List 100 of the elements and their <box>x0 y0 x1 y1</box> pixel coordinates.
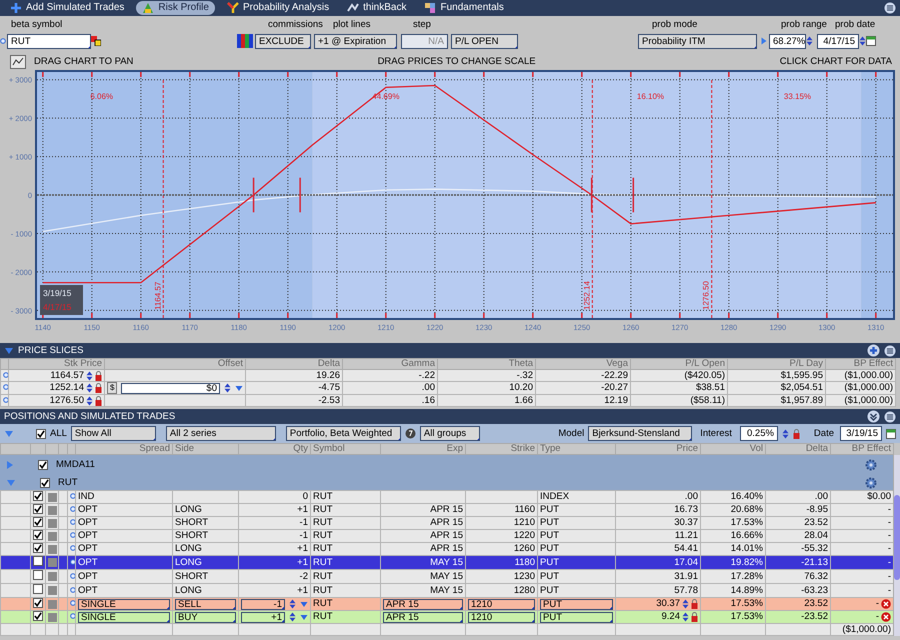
tab[interactable]: Risk Profile <box>136 1 215 15</box>
checkbox[interactable] <box>33 612 43 621</box>
calendar-icon[interactable] <box>866 36 876 46</box>
table-row[interactable]: SINGLE SELL -1 RUT APR 15 1210 PUT 30.37 17.53% 23.52 - <box>0 598 894 610</box>
interest-field[interactable]: 0.25% <box>740 426 778 441</box>
unit-button[interactable]: $ <box>107 382 118 394</box>
spinner-icon[interactable] <box>86 383 93 393</box>
dropdown-field[interactable]: EXCLUDE <box>255 34 311 48</box>
checkbox[interactable] <box>36 428 46 438</box>
tab[interactable]: Add Simulated Trades <box>4 1 130 15</box>
table-cell: APR 15 <box>380 542 466 556</box>
checkbox[interactable] <box>33 492 43 501</box>
add-icon[interactable] <box>867 344 880 357</box>
dropdown-field[interactable]: Bjerksund-Stensland <box>588 426 692 441</box>
table-row[interactable]: OPT LONG +1 RUT APR 15 1260 PUT 54.41 14.01% -55.32 - <box>0 542 894 556</box>
calendar-icon[interactable] <box>886 428 896 438</box>
dropdown-field[interactable]: SELL <box>175 598 236 610</box>
table-row[interactable]: OPT SHORT -2 RUT MAY 15 1230 PUT 31.91 17.28% 76.32 - <box>0 570 894 584</box>
price-slice-line[interactable] <box>592 80 593 318</box>
gear-icon[interactable] <box>865 459 877 471</box>
checkbox[interactable] <box>33 598 43 608</box>
table-cell: 1280 <box>466 584 538 598</box>
dropdown-field[interactable]: APR 15 <box>383 598 463 610</box>
hint-text: CLICK CHART FOR DATA <box>780 56 892 68</box>
spinner-icon[interactable] <box>859 36 866 46</box>
offset-field[interactable]: $0 <box>121 382 220 394</box>
dropdown-field[interactable]: SINGLE <box>78 598 170 610</box>
collapse-icon[interactable] <box>867 410 880 423</box>
dropdown-field[interactable]: SINGLE <box>78 612 170 622</box>
spinner-icon[interactable] <box>86 396 93 406</box>
spinner-icon[interactable] <box>806 36 813 46</box>
checkbox[interactable] <box>33 584 43 594</box>
checkbox[interactable] <box>40 478 50 488</box>
price-slice-line[interactable] <box>162 80 164 318</box>
table-row[interactable]: OPT SHORT -1 RUT APR 15 1220 PUT 11.21 16.66% 28.04 - <box>0 530 894 542</box>
spinner-icon[interactable] <box>289 612 296 622</box>
dropdown-field[interactable]: +1 @ Expiration <box>314 34 397 48</box>
table-row[interactable]: SINGLE BUY +1 RUT APR 15 1210 PUT 9.24 17.53% -23.52 - <box>0 610 894 624</box>
checkbox[interactable] <box>33 556 43 566</box>
checkbox[interactable] <box>33 530 43 540</box>
dropdown-field[interactable]: All 2 series <box>166 426 276 441</box>
spinner-icon[interactable] <box>682 612 689 622</box>
table-cell: 20.68% <box>700 504 766 516</box>
dropdown-field[interactable]: PUT <box>540 598 613 610</box>
checkbox[interactable] <box>33 544 43 553</box>
spinner-icon[interactable] <box>782 428 789 438</box>
checkbox[interactable] <box>33 570 43 580</box>
collapse-triangle-icon[interactable] <box>4 346 14 354</box>
delete-icon[interactable] <box>881 599 891 609</box>
table-row[interactable]: OPT LONG +1 RUT MAY 15 1280 PUT 57.78 14.89% -63.23 - <box>0 584 894 598</box>
gear-icon[interactable] <box>865 476 877 488</box>
quantity-field[interactable]: +1 <box>241 612 285 622</box>
color-squares-icon[interactable] <box>91 36 101 46</box>
menu-icon[interactable] <box>884 410 896 422</box>
spinner-icon[interactable] <box>682 599 689 609</box>
section-title: PRICE SLICES <box>18 344 84 356</box>
date-field[interactable]: 4/17/15 <box>817 34 859 48</box>
checkbox[interactable] <box>38 460 48 470</box>
dropdown-field[interactable]: Show All <box>70 426 156 441</box>
spinner-icon[interactable] <box>86 370 93 380</box>
table-row[interactable]: OPT LONG +1 RUT APR 15 1160 PUT 16.73 20.68% -8.95 - <box>0 504 894 516</box>
menu-icon[interactable] <box>884 344 896 356</box>
dropdown-field[interactable]: PUT <box>540 612 613 622</box>
dropdown-field[interactable]: Probability ITM <box>638 34 757 48</box>
tab[interactable]: Fundamentals <box>418 1 510 15</box>
quantity-field[interactable]: -1 <box>241 598 285 610</box>
range-field[interactable]: 68.27% <box>769 34 806 48</box>
dropdown-field[interactable]: 1210 <box>468 612 535 622</box>
chart-icon[interactable] <box>10 55 26 69</box>
table-cell: -22.29 <box>536 370 630 382</box>
group-row[interactable]: RUT <box>0 475 893 490</box>
dropdown-field[interactable]: 1210 <box>468 598 535 610</box>
dot-icon[interactable] <box>0 38 6 44</box>
triangle-icon[interactable] <box>761 37 767 45</box>
dropdown-field[interactable]: APR 15 <box>383 612 463 622</box>
dropdown-field[interactable]: BUY <box>175 612 236 622</box>
date-field[interactable]: 3/19/15 <box>840 426 882 441</box>
price-slice-line[interactable] <box>711 80 712 318</box>
checkbox[interactable] <box>33 504 43 514</box>
table-row[interactable]: IND 0 RUT INDEX .00 16.40% .00 $0.00 <box>0 490 894 504</box>
filter-icon[interactable] <box>404 428 416 439</box>
tab[interactable]: thinkBack <box>341 1 412 15</box>
spinner-icon[interactable] <box>289 599 296 609</box>
dropdown-field[interactable]: All groups <box>420 426 480 441</box>
delete-icon[interactable] <box>881 612 891 622</box>
table-row[interactable]: OPT LONG +1 RUT MAY 15 1180 PUT 17.04 19.82% -21.13 - <box>0 556 894 570</box>
scrollbar[interactable] <box>893 455 900 636</box>
group-name: MMDA11 <box>56 459 95 471</box>
group-row[interactable]: MMDA11 <box>0 455 893 475</box>
dropdown-field[interactable]: Portfolio, Beta Weighted <box>286 426 401 441</box>
color-grid-icon[interactable] <box>237 34 253 48</box>
menu-icon[interactable] <box>884 2 896 14</box>
legend-label: 3/19/15 <box>43 288 72 298</box>
symbol-field[interactable]: RUT <box>7 34 91 48</box>
dropdown-field[interactable]: P/L OPEN <box>451 34 518 48</box>
checkbox[interactable] <box>33 518 43 527</box>
spinner-icon[interactable] <box>224 383 231 393</box>
dropdown-arrow-icon[interactable] <box>235 384 243 392</box>
tab[interactable]: Probability Analysis <box>220 1 336 15</box>
table-row[interactable]: OPT SHORT -1 RUT APR 15 1210 PUT 30.37 17.53% 23.52 - <box>0 516 894 530</box>
